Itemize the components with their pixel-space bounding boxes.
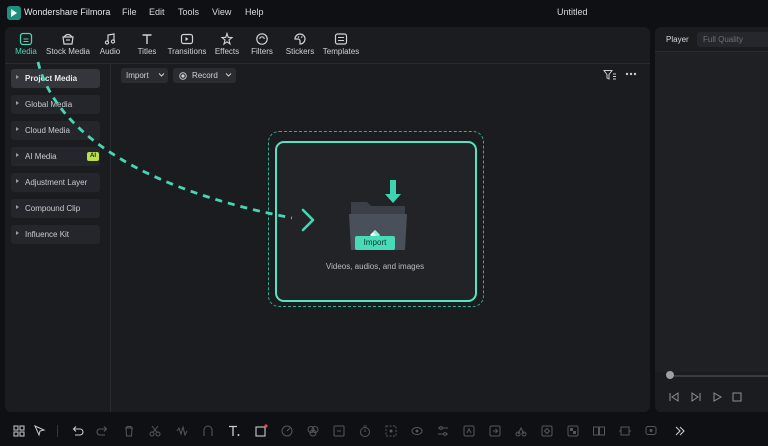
mask-icon[interactable] bbox=[410, 424, 424, 438]
chat-icon[interactable] bbox=[644, 424, 658, 438]
quality-value: Full Quality bbox=[703, 35, 744, 44]
keyframe-icon[interactable] bbox=[540, 424, 554, 438]
layout-icon[interactable] bbox=[12, 424, 26, 438]
scrub-bar[interactable] bbox=[670, 375, 768, 377]
toolbar-separator bbox=[57, 425, 58, 437]
stabilize-icon[interactable] bbox=[618, 424, 632, 438]
delete-icon[interactable] bbox=[122, 424, 136, 438]
undo-icon[interactable] bbox=[70, 424, 84, 438]
more-icon[interactable] bbox=[673, 424, 687, 438]
freeze-icon[interactable] bbox=[384, 424, 398, 438]
adjust-icon[interactable] bbox=[436, 424, 450, 438]
speed-icon[interactable] bbox=[280, 424, 294, 438]
split-icon[interactable] bbox=[592, 424, 606, 438]
audio-stretch-icon[interactable] bbox=[201, 424, 215, 438]
drag-guide-arrow bbox=[36, 61, 315, 232]
preview-area bbox=[655, 52, 768, 372]
stop-icon[interactable] bbox=[731, 392, 743, 402]
next-frame-icon[interactable] bbox=[690, 392, 702, 402]
redo-icon[interactable] bbox=[96, 424, 110, 438]
crop-icon[interactable] bbox=[254, 424, 268, 438]
ai-cutout-icon[interactable] bbox=[462, 424, 476, 438]
player-label: Player bbox=[666, 35, 689, 44]
audio-detach-icon[interactable] bbox=[175, 424, 189, 438]
quality-dropdown[interactable]: Full Quality bbox=[697, 32, 768, 47]
color-icon[interactable] bbox=[306, 424, 320, 438]
player-panel: Player Full Quality bbox=[655, 27, 768, 412]
previous-frame-icon[interactable] bbox=[668, 392, 680, 402]
play-icon[interactable] bbox=[711, 392, 723, 402]
cut-icon[interactable] bbox=[148, 424, 162, 438]
mark-icon[interactable] bbox=[332, 424, 346, 438]
select-tool-icon[interactable] bbox=[33, 424, 47, 438]
mosaic-icon[interactable] bbox=[566, 424, 580, 438]
scrub-handle[interactable] bbox=[666, 371, 674, 379]
text-icon[interactable] bbox=[227, 424, 241, 438]
timer-icon[interactable] bbox=[358, 424, 372, 438]
motion-icon[interactable] bbox=[514, 424, 528, 438]
export-frame-icon[interactable] bbox=[488, 424, 502, 438]
timeline-toolbar bbox=[0, 416, 768, 446]
